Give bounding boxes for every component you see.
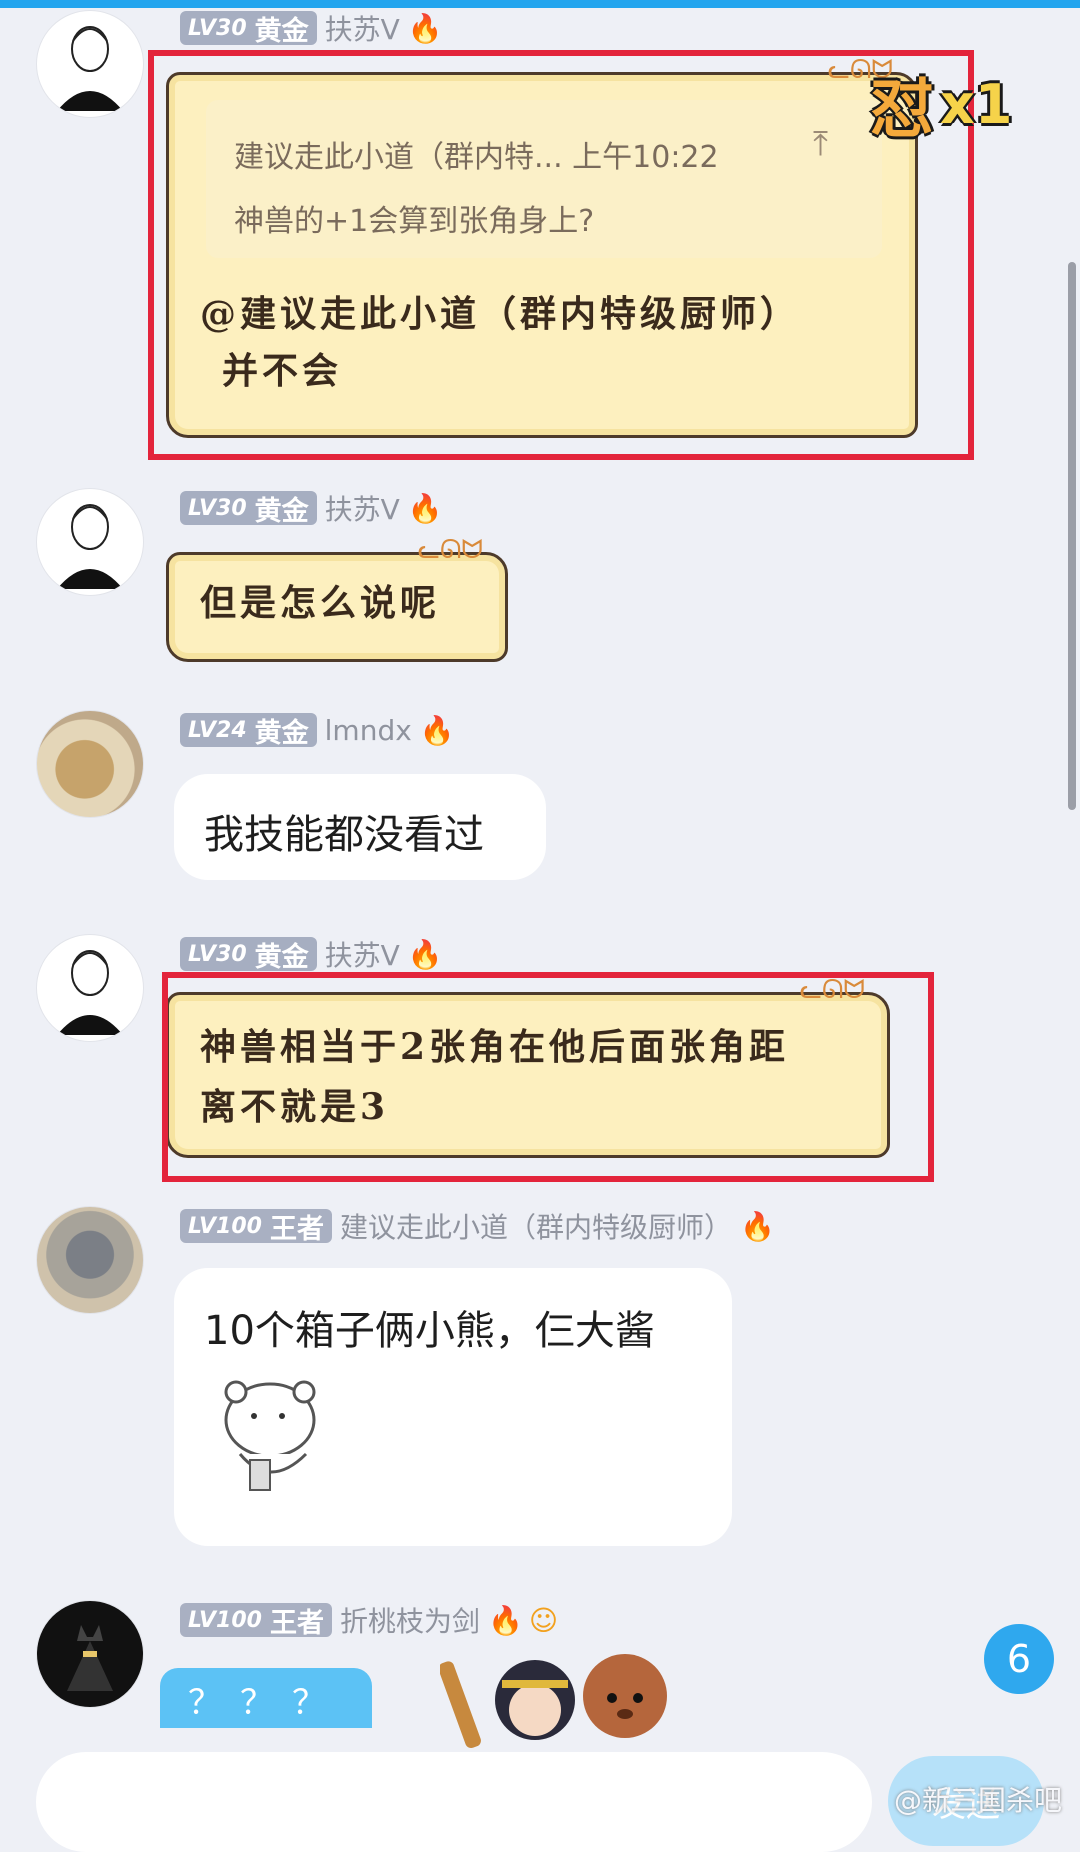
scrollbar[interactable] <box>1068 262 1076 810</box>
top-accent-bar <box>0 0 1080 8</box>
message-bubble[interactable]: ？？？ <box>160 1668 372 1728</box>
avatar[interactable] <box>36 1206 144 1314</box>
avatar[interactable] <box>36 488 144 596</box>
smile-icon: ☺ <box>528 1603 559 1637</box>
message-text: 我技能都没看过 <box>204 812 484 858</box>
combo-counter: 怼 x1 <box>870 58 1012 150</box>
sketch-avatar-icon <box>57 950 123 1035</box>
unread-count-badge[interactable]: 6 <box>984 1624 1054 1694</box>
sender-meta: LV100 王者 建议走此小道（群内特级厨师） 🔥 <box>180 1206 775 1246</box>
message-text: ？？？ <box>188 1683 344 1723</box>
nickname[interactable]: 扶苏V <box>325 8 400 48</box>
combo-glyph: 怼 <box>870 73 934 147</box>
fire-icon: 🔥 <box>407 491 443 525</box>
sender-meta: LV100 王者 折桃枝为剑 🔥 ☺ <box>180 1600 559 1640</box>
character-sticker-icon[interactable] <box>440 1640 700 1750</box>
fire-icon: 🔥 <box>419 713 455 747</box>
fire-icon: 🔥 <box>407 11 443 45</box>
message-bubble[interactable]: 我技能都没看过 <box>174 774 546 880</box>
level-text: LV30 <box>188 941 247 967</box>
sketch-avatar-icon <box>57 26 123 111</box>
message-text: 10个箱子俩小熊，仨大酱 <box>204 1308 655 1354</box>
sender-meta: LV30 黄金 扶苏V 🔥 <box>180 8 443 48</box>
avatar[interactable] <box>36 934 144 1042</box>
batman-avatar-icon <box>67 1625 113 1691</box>
unread-count: 6 <box>1006 1637 1032 1681</box>
sender-meta: LV30 黄金 扶苏V 🔥 <box>180 934 443 974</box>
bear-sticker-icon[interactable] <box>210 1370 340 1500</box>
level-badge: LV30 黄金 <box>180 937 317 973</box>
tier-text: 王者 <box>269 1213 324 1245</box>
fire-icon: 🔥 <box>487 1603 523 1637</box>
level-badge: LV100 王者 <box>180 1209 332 1245</box>
level-badge: LV100 王者 <box>180 1603 332 1639</box>
highlight-box <box>162 972 934 1182</box>
nickname[interactable]: 扶苏V <box>325 934 400 974</box>
level-text: LV100 <box>188 1607 262 1633</box>
sender-meta: LV30 黄金 扶苏V 🔥 <box>180 488 443 528</box>
level-text: LV24 <box>188 717 247 743</box>
avatar[interactable] <box>36 1600 144 1708</box>
nickname[interactable]: 扶苏V <box>325 488 400 528</box>
fire-icon: 🔥 <box>407 937 443 971</box>
combo-count: x1 <box>940 72 1013 136</box>
level-text: LV30 <box>188 495 247 521</box>
level-badge: LV24 黄金 <box>180 713 317 749</box>
sender-meta: LV24 黄金 lmndx 🔥 <box>180 712 455 749</box>
tier-text: 黄金 <box>254 495 309 527</box>
message-text: 但是怎么说呢 <box>200 582 441 624</box>
cat-ears-icon: ᓚᘏᗢ <box>417 535 483 565</box>
sketch-avatar-icon <box>57 504 123 589</box>
tier-text: 王者 <box>269 1607 324 1639</box>
highlight-box <box>148 50 974 460</box>
tier-text: 黄金 <box>254 15 309 47</box>
tier-text: 黄金 <box>254 941 309 973</box>
avatar[interactable] <box>36 710 144 818</box>
level-badge: LV30 黄金 <box>180 491 317 527</box>
fire-icon: 🔥 <box>739 1209 775 1243</box>
nickname[interactable]: 折桃枝为剑 <box>340 1600 480 1640</box>
nickname[interactable]: 建议走此小道（群内特级厨师） <box>340 1206 732 1246</box>
level-text: LV100 <box>188 1213 262 1239</box>
level-text: LV30 <box>188 15 247 41</box>
nickname[interactable]: lmndx <box>325 714 412 747</box>
level-badge: LV30 黄金 <box>180 11 317 47</box>
tier-text: 黄金 <box>254 717 309 749</box>
avatar[interactable] <box>36 10 144 118</box>
watermark: @新三国杀吧 <box>893 1784 1062 1817</box>
message-input[interactable] <box>36 1752 872 1852</box>
